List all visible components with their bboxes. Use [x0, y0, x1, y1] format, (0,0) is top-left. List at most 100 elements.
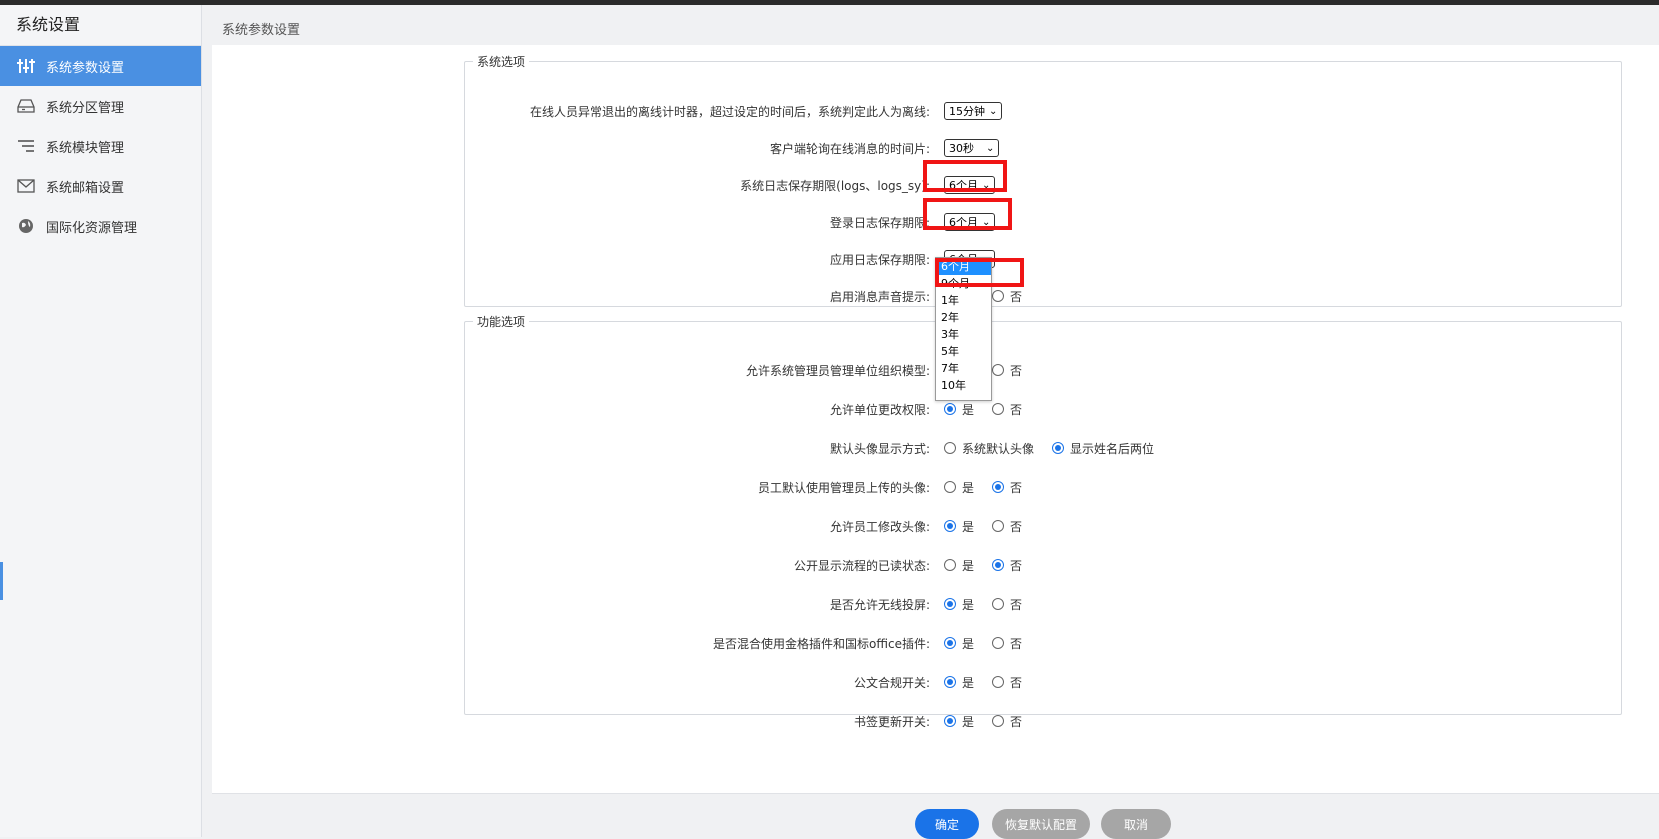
radio-button[interactable] [944, 403, 956, 415]
main-content: 系统参数设置 系统选项 在线人员异常退出的离线计时器，超过设定的时间后，系统判定… [212, 5, 1659, 839]
breadcrumb-bar: 系统参数设置 [212, 5, 1659, 45]
radio-button[interactable] [944, 676, 956, 688]
option-label: 否 [1010, 597, 1023, 612]
radio-button[interactable] [992, 520, 1005, 532]
option-label: 系统默认头像 [962, 441, 1035, 456]
radio-button[interactable] [992, 598, 1005, 610]
radio-option-2[interactable]: 否 [992, 713, 1022, 730]
radio-button[interactable] [992, 637, 1005, 649]
system-log-retention-row: 系统日志保存期限(logs、logs_sy): 6个月 ⌄ [465, 173, 1621, 197]
login-log-retention-row: 登录日志保存期限: 6个月 ⌄ [465, 210, 1621, 234]
select-value: 15分钟 [949, 105, 985, 118]
offline-timer-select[interactable]: 15分钟 ⌄ [944, 102, 1003, 120]
radio-button[interactable] [992, 715, 1005, 727]
cancel-button[interactable]: 取消 [1101, 809, 1171, 839]
option-label: 是 [962, 558, 975, 573]
function-options-group: 功能选项 允许系统管理员管理单位组织模型:是否允许单位更改权限:是否默认头像显示… [464, 313, 1622, 729]
dropdown-option[interactable]: 1年 [936, 292, 991, 309]
dropdown-option[interactable]: 5年 [936, 343, 991, 360]
sidebar-item-i18n[interactable]: 国际化资源管理 [0, 206, 201, 246]
radio-no[interactable] [992, 290, 1005, 302]
radio-button[interactable] [944, 637, 956, 649]
sidebar-item-mailbox[interactable]: 系统邮箱设置 [0, 166, 201, 206]
radio-option-1[interactable]: 是 [944, 401, 974, 418]
radio-option-2[interactable]: 否 [992, 362, 1022, 379]
radio-button[interactable] [944, 559, 956, 571]
sidebar-item-system-params[interactable]: 系统参数设置 [0, 46, 201, 86]
option-label: 是 [962, 480, 975, 495]
option-label: 否 [1010, 519, 1023, 534]
dropdown-option[interactable]: 3年 [936, 326, 991, 343]
option-label: 是 [962, 519, 975, 534]
radio-button[interactable] [944, 715, 956, 727]
breadcrumb: 系统参数设置 [222, 23, 301, 38]
function-option-label: 允许单位更改权限: [829, 402, 930, 417]
dropdown-option[interactable]: 2年 [936, 309, 991, 326]
function-option-label: 员工默认使用管理员上传的头像: [757, 480, 930, 495]
module-list-icon [16, 138, 36, 154]
function-option-row: 允许系统管理员管理单位组织模型:是否 [465, 358, 1621, 382]
radio-option-2[interactable]: 否 [992, 479, 1022, 496]
radio-option-1[interactable]: 是 [944, 557, 974, 574]
radio-option-2[interactable]: 否 [992, 596, 1022, 613]
function-option-label: 默认头像显示方式: [829, 441, 930, 456]
radio-option-2[interactable]: 否 [992, 635, 1022, 652]
radio-option-2[interactable]: 否 [992, 674, 1022, 691]
message-sound-no-option[interactable]: 否 [992, 288, 1022, 305]
function-option-row: 默认头像显示方式: 系统默认头像 显示姓名后两位 [465, 436, 1621, 460]
function-option-row: 是否混合使用金格插件和国标office插件: 是 否 [465, 631, 1621, 655]
app-log-retention-row: 应用日志保存期限: 6个月⌄ [465, 247, 1621, 271]
option-label: 否 [1010, 558, 1023, 573]
radio-option-1[interactable]: 是 [944, 674, 974, 691]
sidebar-item-label: 系统分区管理 [46, 100, 125, 116]
radio-option-2[interactable]: 否 [992, 557, 1022, 574]
option-label: 否 [1010, 289, 1023, 304]
radio-button[interactable] [992, 481, 1005, 493]
radio-option-1[interactable]: 是 [944, 635, 974, 652]
function-option-row: 允许员工修改头像: 是 否 [465, 514, 1621, 538]
sidebar-item-partition[interactable]: 系统分区管理 [0, 86, 201, 126]
option-label: 是 [962, 714, 975, 729]
dropdown-option[interactable]: 7年 [936, 360, 991, 377]
radio-option-1[interactable]: 是 [944, 479, 974, 496]
option-label: 否 [1010, 480, 1023, 495]
select-value: 30秒 [949, 142, 974, 155]
radio-option-1[interactable]: 是 [944, 518, 974, 535]
chevron-down-icon: ⌄ [989, 105, 998, 117]
function-option-row: 允许单位更改权限: 是 否 [465, 397, 1621, 421]
radio-option-1[interactable]: 是 [944, 713, 974, 730]
radio-button[interactable] [944, 598, 956, 610]
poll-interval-row: 客户端轮询在线消息的时间片: 30秒 ⌄ [465, 136, 1621, 160]
radio-option-1[interactable]: 系统默认头像 [944, 440, 1034, 457]
radio-option-2[interactable]: 否 [992, 518, 1022, 535]
radio-button[interactable] [1052, 442, 1065, 454]
function-option-label: 公文合规开关: [853, 675, 930, 690]
function-option-row: 是否允许无线投屏: 是 否 [465, 592, 1621, 616]
radio-button[interactable] [944, 520, 956, 532]
option-label: 是 [962, 636, 975, 651]
poll-interval-select[interactable]: 30秒 ⌄ [944, 139, 1000, 157]
confirm-button[interactable]: 确定 [915, 809, 979, 839]
radio-option-2[interactable]: 显示姓名后两位 [1052, 440, 1154, 457]
option-label: 否 [1010, 675, 1023, 690]
radio-button[interactable] [992, 364, 1005, 376]
login-log-retention-label: 登录日志保存期限: [829, 215, 930, 230]
option-label: 显示姓名后两位 [1070, 441, 1155, 456]
radio-option-2[interactable]: 否 [992, 401, 1022, 418]
dropdown-option[interactable]: 10年 [936, 377, 991, 394]
option-label: 否 [1010, 714, 1023, 729]
sidebar-item-label: 国际化资源管理 [46, 220, 138, 236]
radio-button[interactable] [992, 559, 1005, 571]
radio-button[interactable] [992, 676, 1005, 688]
option-label: 是 [962, 597, 975, 612]
highlight-box-login-log [923, 198, 1012, 230]
restore-defaults-button[interactable]: 恢复默认配置 [992, 809, 1090, 839]
sidebar-item-modules[interactable]: 系统模块管理 [0, 126, 201, 166]
radio-button[interactable] [944, 442, 956, 454]
radio-option-1[interactable]: 是 [944, 596, 974, 613]
option-label: 否 [1010, 636, 1023, 651]
option-label: 是 [962, 675, 975, 690]
radio-button[interactable] [992, 403, 1005, 415]
radio-button[interactable] [944, 481, 956, 493]
function-options-legend: 功能选项 [477, 315, 526, 329]
